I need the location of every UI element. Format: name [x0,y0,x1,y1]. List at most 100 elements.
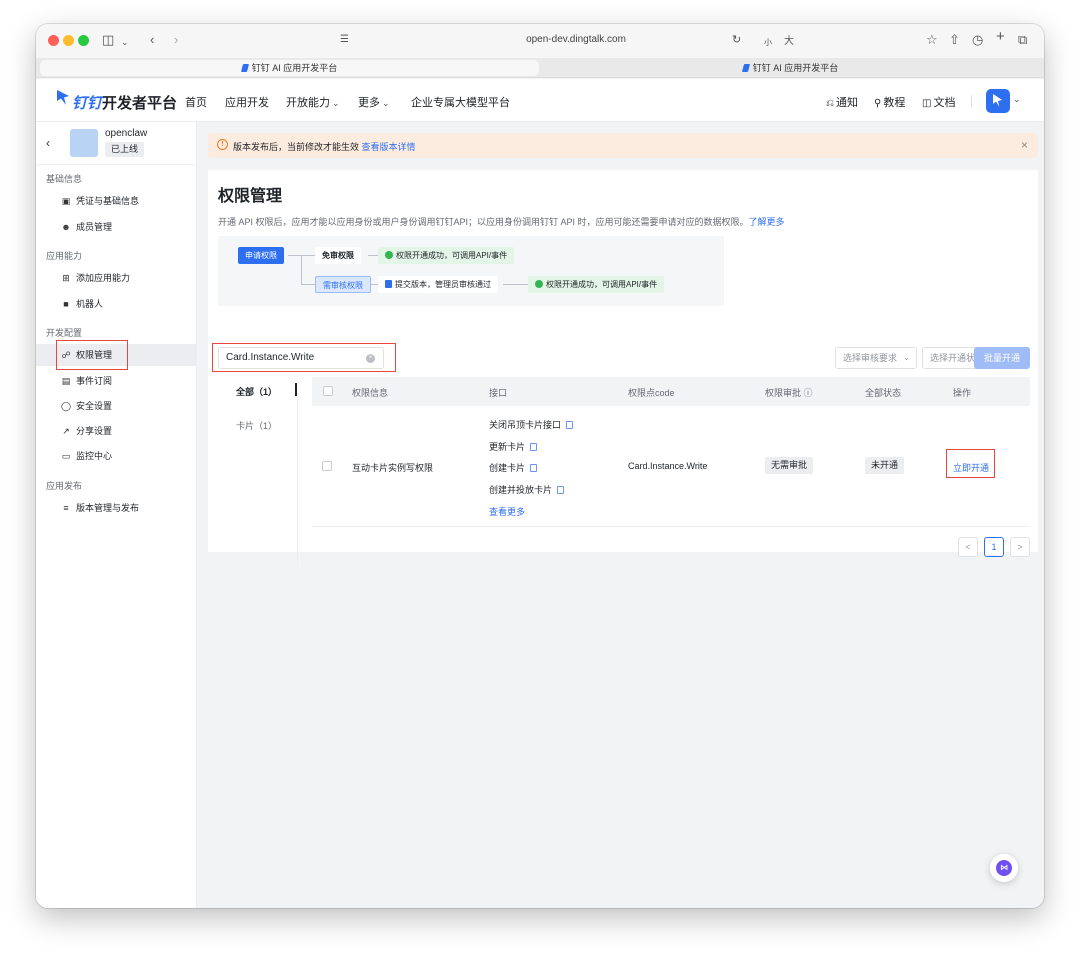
tab-all[interactable]: 全部（1） [236,385,277,398]
sidebar-item-add-capability[interactable]: ⊞ 添加应用能力 [36,267,196,289]
col-permission-info: 权限信息 [352,388,389,398]
id-card-icon: ▣ [61,196,71,206]
document-icon[interactable] [530,443,538,451]
sidebar-item-monitor[interactable]: ▭ 监控中心 [36,445,196,467]
monitor-icon: ▭ [61,451,71,461]
tutorial-link[interactable]: ⚲ 教程 [874,94,905,110]
col-approval: 权限审批 ⓘ [765,388,813,398]
view-version-link[interactable]: 查看版本详情 [362,142,416,152]
select-all-checkbox[interactable] [323,386,333,396]
browser-window: ◫ ⌄ ‹ › ☰ open-dev.dingtalk.com ↻ 小 大 ☆ … [36,24,1044,908]
document-icon[interactable] [557,486,565,494]
font-small-button[interactable]: 小 [764,35,772,51]
header-divider [971,95,972,107]
permission-flow-diagram: 申请权限 免审权限 需审核权限 权限开通成功，可调用API/事件 提交版本，管理… [218,236,724,306]
learn-more-link[interactable]: 了解更多 [749,217,785,227]
nav-more[interactable]: 更多 ⌄ [358,94,390,110]
bell-icon: ⎌ [826,98,834,109]
nav-open-capability[interactable]: 开放能力 ⌄ [286,94,340,110]
browser-tab[interactable]: 钉钉 AI 应用开发平台 [541,60,1040,76]
col-code: 权限点code [628,388,675,398]
publish-notice-banner: ! 版本发布后，当前修改才能生效 查看版本详情 × [208,133,1038,158]
back-icon[interactable]: ‹ [150,32,154,48]
robot-icon: ■ [63,299,69,309]
dingtalk-logo-icon[interactable] [56,89,70,107]
new-tab-icon[interactable]: + [996,29,1005,45]
view-more-link[interactable]: 查看更多 [489,505,525,518]
share-icon: ↗ [62,426,70,436]
site-settings-icon[interactable]: ☰ [340,32,349,48]
sidebar-item-share[interactable]: ↗ 分享设置 [36,420,196,442]
layers-icon: ≡ [63,503,69,513]
assistant-float-button[interactable]: ⋈ [990,854,1018,882]
minimize-window-button[interactable] [63,35,74,46]
sidebar-item-events[interactable]: ▤ 事件订阅 [36,370,196,392]
flow-free-result: 权限开通成功，可调用API/事件 [378,247,515,264]
flow-connector [368,255,378,256]
close-icon[interactable]: × [1021,138,1028,152]
review-requirement-select[interactable]: 选择审核要求 ⌄ [835,347,917,369]
prev-page-button[interactable]: < [958,537,978,557]
location-pin-icon: ⚲ [874,98,882,109]
browser-tab[interactable]: 钉钉 AI 应用开发平台 [40,60,539,76]
sidebar-item-members[interactable]: ☻ 成员管理 [36,216,196,238]
chevron-down-icon: ⌄ [382,98,390,108]
address-bar[interactable]: open-dev.dingtalk.com [496,34,656,45]
tab-card[interactable]: 卡片（1） [236,419,277,432]
docs-link[interactable]: ◫ 文档 [922,94,955,110]
active-tab-indicator [295,383,297,396]
tab-overview-icon[interactable]: ⧉ [1018,32,1027,48]
sidebar-group-title: 应用发布 [46,481,83,491]
flow-submit-step: 提交版本，管理员审核通过 [378,276,498,293]
nav-app-dev[interactable]: 应用开发 [225,94,269,110]
notify-link[interactable]: ⎌ 通知 [826,94,858,110]
api-item: 创建并投放卡片 [489,483,565,496]
flow-connector [301,284,315,285]
chevron-down-icon: ⌄ [332,98,340,108]
user-avatar[interactable] [986,89,1010,113]
reload-icon[interactable]: ↻ [732,32,741,48]
maximize-window-button[interactable] [78,35,89,46]
page-1-button[interactable]: 1 [984,537,1004,557]
highlight-box [212,343,396,372]
flow-connector [503,284,528,285]
check-circle-icon [535,280,543,288]
history-icon[interactable]: ◷ [972,32,983,48]
sidebar-item-security[interactable]: ◯ 安全设置 [36,395,196,417]
document-icon[interactable] [530,464,538,472]
sidebar-item-robot[interactable]: ■ 机器人 [36,293,196,315]
sidebar: ‹ openclaw 已上线 基础信息 ▣ 凭证与基础信息 ☻ 成员管理 应用能力 … [36,122,197,908]
nav-home[interactable]: 首页 [185,94,207,110]
info-icon[interactable]: ⓘ [804,388,813,398]
row-divider [312,526,1030,527]
nav-enterprise-llm[interactable]: 企业专属大模型平台 [411,94,510,110]
user-icon: ☻ [61,222,71,232]
share-icon[interactable]: ⇧ [949,32,960,48]
document-icon [385,280,392,288]
shield-icon: ◯ [60,401,72,411]
dingtalk-logo-icon [741,64,750,72]
document-icon[interactable] [566,421,574,429]
sidebar-item-versions[interactable]: ≡ 版本管理与发布 [36,497,196,519]
sidebar-toggle-icon[interactable]: ◫ [102,32,114,48]
col-api: 接口 [489,388,508,398]
check-circle-icon [385,251,393,259]
api-item: 关闭吊顶卡片接口 [489,418,574,431]
close-window-button[interactable] [48,35,59,46]
chevron-down-icon[interactable]: ⌄ [121,34,129,50]
sidebar-group-title: 应用能力 [46,251,83,261]
col-action: 操作 [953,388,972,398]
batch-open-button[interactable]: 批量开通 [974,347,1030,369]
sidebar-item-credentials[interactable]: ▣ 凭证与基础信息 [36,190,196,212]
flow-review-result: 权限开通成功，可调用API/事件 [528,276,665,293]
font-large-button[interactable]: 大 [784,34,794,50]
bookmark-star-icon[interactable]: ☆ [926,32,938,48]
next-page-button[interactable]: > [1010,537,1030,557]
flow-apply-node: 申请权限 [238,247,284,264]
brand-title[interactable]: 钉钉开发者平台 [72,92,177,113]
app-status-badge: 已上线 [105,142,145,157]
back-arrow-icon[interactable]: ‹ [46,136,50,150]
row-checkbox[interactable] [322,461,332,471]
chevron-down-icon[interactable]: ⌄ [1013,94,1021,105]
forward-icon[interactable]: › [174,32,178,48]
